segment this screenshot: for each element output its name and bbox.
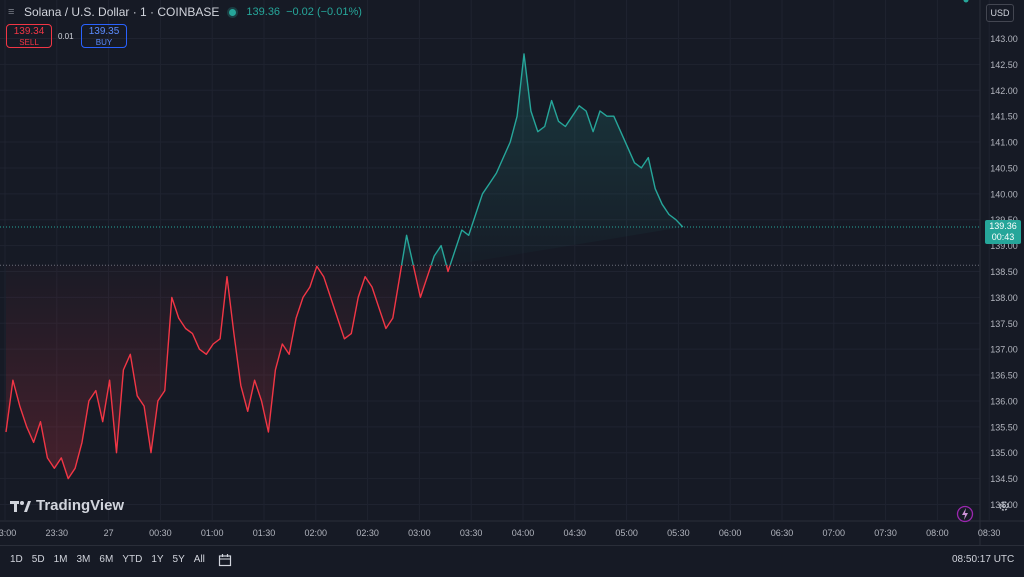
time-tick-label: 03:30 bbox=[460, 528, 483, 538]
price-tick-label: 138.00 bbox=[990, 293, 1018, 303]
price-tick-label: 141.50 bbox=[990, 112, 1018, 122]
gear-icon[interactable] bbox=[998, 500, 1010, 512]
time-tick-label: 03:00 bbox=[408, 528, 431, 538]
bottom-toolbar: 1D 5D 1M 3M 6M YTD 1Y 5Y All 08:50:17 UTC bbox=[0, 545, 1024, 577]
time-tick-label: 08:00 bbox=[926, 528, 949, 538]
symbol-header[interactable]: ≡ Solana / U.S. Dollar · 1 · COINBASE 13… bbox=[8, 5, 362, 19]
time-tick-label: 07:30 bbox=[874, 528, 897, 538]
logo-text: TradingView bbox=[36, 497, 125, 514]
price-tick-label: 141.00 bbox=[990, 138, 1018, 148]
last-price-point bbox=[963, 0, 969, 3]
lightning-icon[interactable] bbox=[956, 505, 974, 523]
price-tick-label: 137.00 bbox=[990, 345, 1018, 355]
range-button-3m[interactable]: 3M bbox=[77, 554, 91, 565]
time-tick-label: 05:00 bbox=[615, 528, 638, 538]
last-price-tag: 139.36 00:43 bbox=[985, 220, 1021, 244]
area-below-baseline bbox=[6, 265, 402, 479]
chart-area-fill bbox=[6, 54, 683, 479]
price-tick-label: 140.50 bbox=[990, 163, 1018, 173]
price-tick-label: 135.50 bbox=[990, 422, 1018, 432]
range-button-5y[interactable]: 5Y bbox=[173, 554, 185, 565]
currency-selector[interactable]: USD bbox=[986, 4, 1014, 22]
buy-button[interactable]: 139.35 BUY bbox=[81, 24, 127, 48]
header-change: −0.02 (−0.01%) bbox=[286, 6, 362, 18]
range-button-1m[interactable]: 1M bbox=[54, 554, 68, 565]
time-tick-label: 04:00 bbox=[512, 528, 535, 538]
range-button-1d[interactable]: 1D bbox=[10, 554, 23, 565]
time-tick-label: 07:00 bbox=[823, 528, 846, 538]
price-tick-label: 142.00 bbox=[990, 86, 1018, 96]
price-tick-label: 137.50 bbox=[990, 319, 1018, 329]
price-tick-label: 134.50 bbox=[990, 474, 1018, 484]
price-tick-label: 136.00 bbox=[990, 396, 1018, 406]
sell-button[interactable]: 139.34 SELL bbox=[6, 24, 52, 48]
time-tick-label: 01:30 bbox=[253, 528, 276, 538]
market-status-icon[interactable] bbox=[229, 8, 237, 16]
utc-clock[interactable]: 08:50:17 UTC bbox=[952, 554, 1014, 565]
tradingview-logo[interactable]: TradingView bbox=[10, 497, 124, 514]
time-tick-label: 23:30 bbox=[46, 528, 69, 538]
time-tick-label: 04:30 bbox=[564, 528, 587, 538]
tradingview-logo-icon bbox=[10, 500, 31, 512]
price-tick-label: 138.50 bbox=[990, 267, 1018, 277]
price-tick-label: 135.00 bbox=[990, 448, 1018, 458]
time-tick-label: 02:30 bbox=[356, 528, 379, 538]
price-axis[interactable]: 134.00134.50135.00135.50136.00136.50137.… bbox=[990, 34, 1018, 510]
area-above-baseline bbox=[450, 54, 683, 266]
range-button-ytd[interactable]: YTD bbox=[122, 554, 142, 565]
spread-value: 0.01 bbox=[58, 32, 74, 41]
hamburger-icon[interactable]: ≡ bbox=[8, 6, 18, 18]
time-tick-label: 08:30 bbox=[978, 528, 1001, 538]
calendar-icon[interactable] bbox=[218, 553, 232, 567]
price-tick-label: 143.00 bbox=[990, 34, 1018, 44]
symbol-title[interactable]: Solana / U.S. Dollar · 1 · COINBASE bbox=[24, 5, 219, 19]
range-button-5d[interactable]: 5D bbox=[32, 554, 45, 565]
time-tick-label: 01:00 bbox=[201, 528, 224, 538]
range-button-all[interactable]: All bbox=[194, 554, 205, 565]
time-tick-label: 27 bbox=[104, 528, 114, 538]
time-tick-label: 06:00 bbox=[719, 528, 742, 538]
price-chart[interactable]: 134.00134.50135.00135.50136.00136.50137.… bbox=[0, 0, 1024, 545]
time-tick-label: 02:00 bbox=[305, 528, 328, 538]
price-tick-label: 136.50 bbox=[990, 371, 1018, 381]
date-range-selector: 1D 5D 1M 3M 6M YTD 1Y 5Y All bbox=[10, 554, 214, 565]
time-axis[interactable]: 23:00 23:30 27 00:30 01:00 01:30 02:00 02:30 03:… bbox=[0, 528, 1000, 538]
sell-label: SELL bbox=[19, 38, 39, 47]
sell-price: 139.34 bbox=[13, 26, 45, 37]
last-price-value: 139.36 bbox=[989, 221, 1017, 231]
header-last-price: 139.36 bbox=[246, 6, 281, 18]
price-tick-label: 140.00 bbox=[990, 189, 1018, 199]
time-tick-label: 05:30 bbox=[667, 528, 690, 538]
time-tick-label: 23:00 bbox=[0, 528, 16, 538]
buy-label: BUY bbox=[95, 38, 113, 47]
price-tick-label: 142.50 bbox=[990, 60, 1018, 70]
range-button-1y[interactable]: 1Y bbox=[151, 554, 163, 565]
range-button-6m[interactable]: 6M bbox=[99, 554, 113, 565]
buy-price: 139.35 bbox=[88, 26, 120, 37]
time-tick-label: 06:30 bbox=[771, 528, 794, 538]
time-tick-label: 00:30 bbox=[149, 528, 172, 538]
bar-countdown: 00:43 bbox=[991, 232, 1015, 242]
